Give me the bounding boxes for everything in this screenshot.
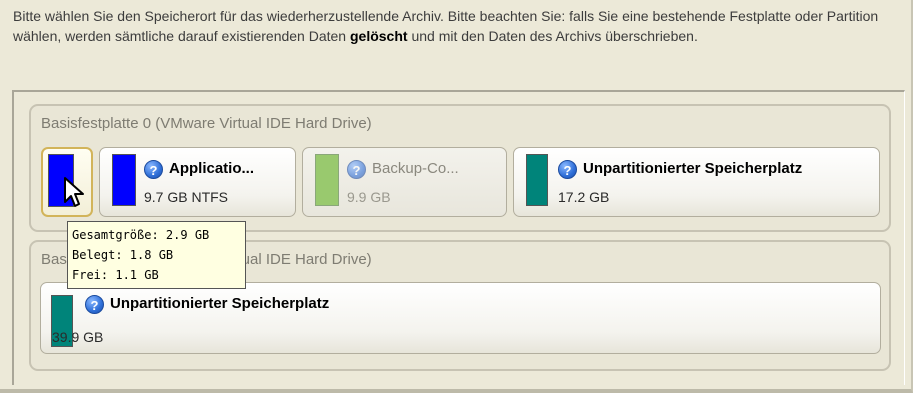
partition-tile[interactable]: ? Unpartitionierter Speicherplatz 39.9 G… — [40, 282, 881, 354]
partition-label: Backup-Co... — [372, 160, 459, 177]
partition-color-swatch — [315, 154, 339, 206]
disk-title: Basisfestplatte 0 (VMware Virtual IDE Ha… — [41, 115, 372, 132]
tooltip-total-size: Gesamtgröße: 2.9 GB — [72, 228, 210, 242]
partition-label: Unpartitionierter Speicherplatz — [110, 295, 330, 312]
question-icon[interactable]: ? — [85, 295, 104, 314]
partition-tooltip: Gesamtgröße: 2.9 GB Belegt: 1.8 GB Frei:… — [67, 221, 246, 289]
tooltip-free: Frei: 1.1 GB — [72, 268, 159, 282]
partition-label: Unpartitionierter Speicherplatz — [583, 160, 803, 177]
mouse-pointer-icon — [64, 177, 84, 207]
question-icon[interactable]: ? — [347, 160, 366, 179]
partition-size: 9.7 GB NTFS — [144, 189, 229, 205]
partition-tile[interactable]: ? Applicatio... 9.7 GB NTFS — [99, 147, 296, 217]
wizard-page: Bitte wählen Sie den Speicherort für das… — [0, 0, 913, 393]
partition-label: Applicatio... — [169, 160, 255, 177]
tooltip-used: Belegt: 1.8 GB — [72, 248, 174, 262]
partition-color-swatch — [112, 154, 136, 206]
question-icon[interactable]: ? — [558, 160, 577, 179]
partition-size: 9.9 GB — [347, 189, 391, 205]
instructions-text: Bitte wählen Sie den Speicherort für das… — [13, 6, 893, 46]
disk-group-0: Basisfestplatte 0 (VMware Virtual IDE Ha… — [29, 104, 891, 232]
question-icon[interactable]: ? — [144, 160, 163, 179]
partition-color-swatch — [526, 154, 548, 206]
partition-size: 17.2 GB — [558, 189, 610, 205]
partition-tile-disabled[interactable]: ? Backup-Co... 9.9 GB — [302, 147, 507, 217]
instructions-text-end: und mit den Daten des Archivs überschrie… — [407, 28, 698, 44]
instructions-bold-word: gelöscht — [349, 28, 408, 44]
partition-size: 39.9 GB — [52, 329, 104, 345]
partition-tile[interactable]: ? Unpartitionierter Speicherplatz 17.2 G… — [513, 147, 880, 217]
